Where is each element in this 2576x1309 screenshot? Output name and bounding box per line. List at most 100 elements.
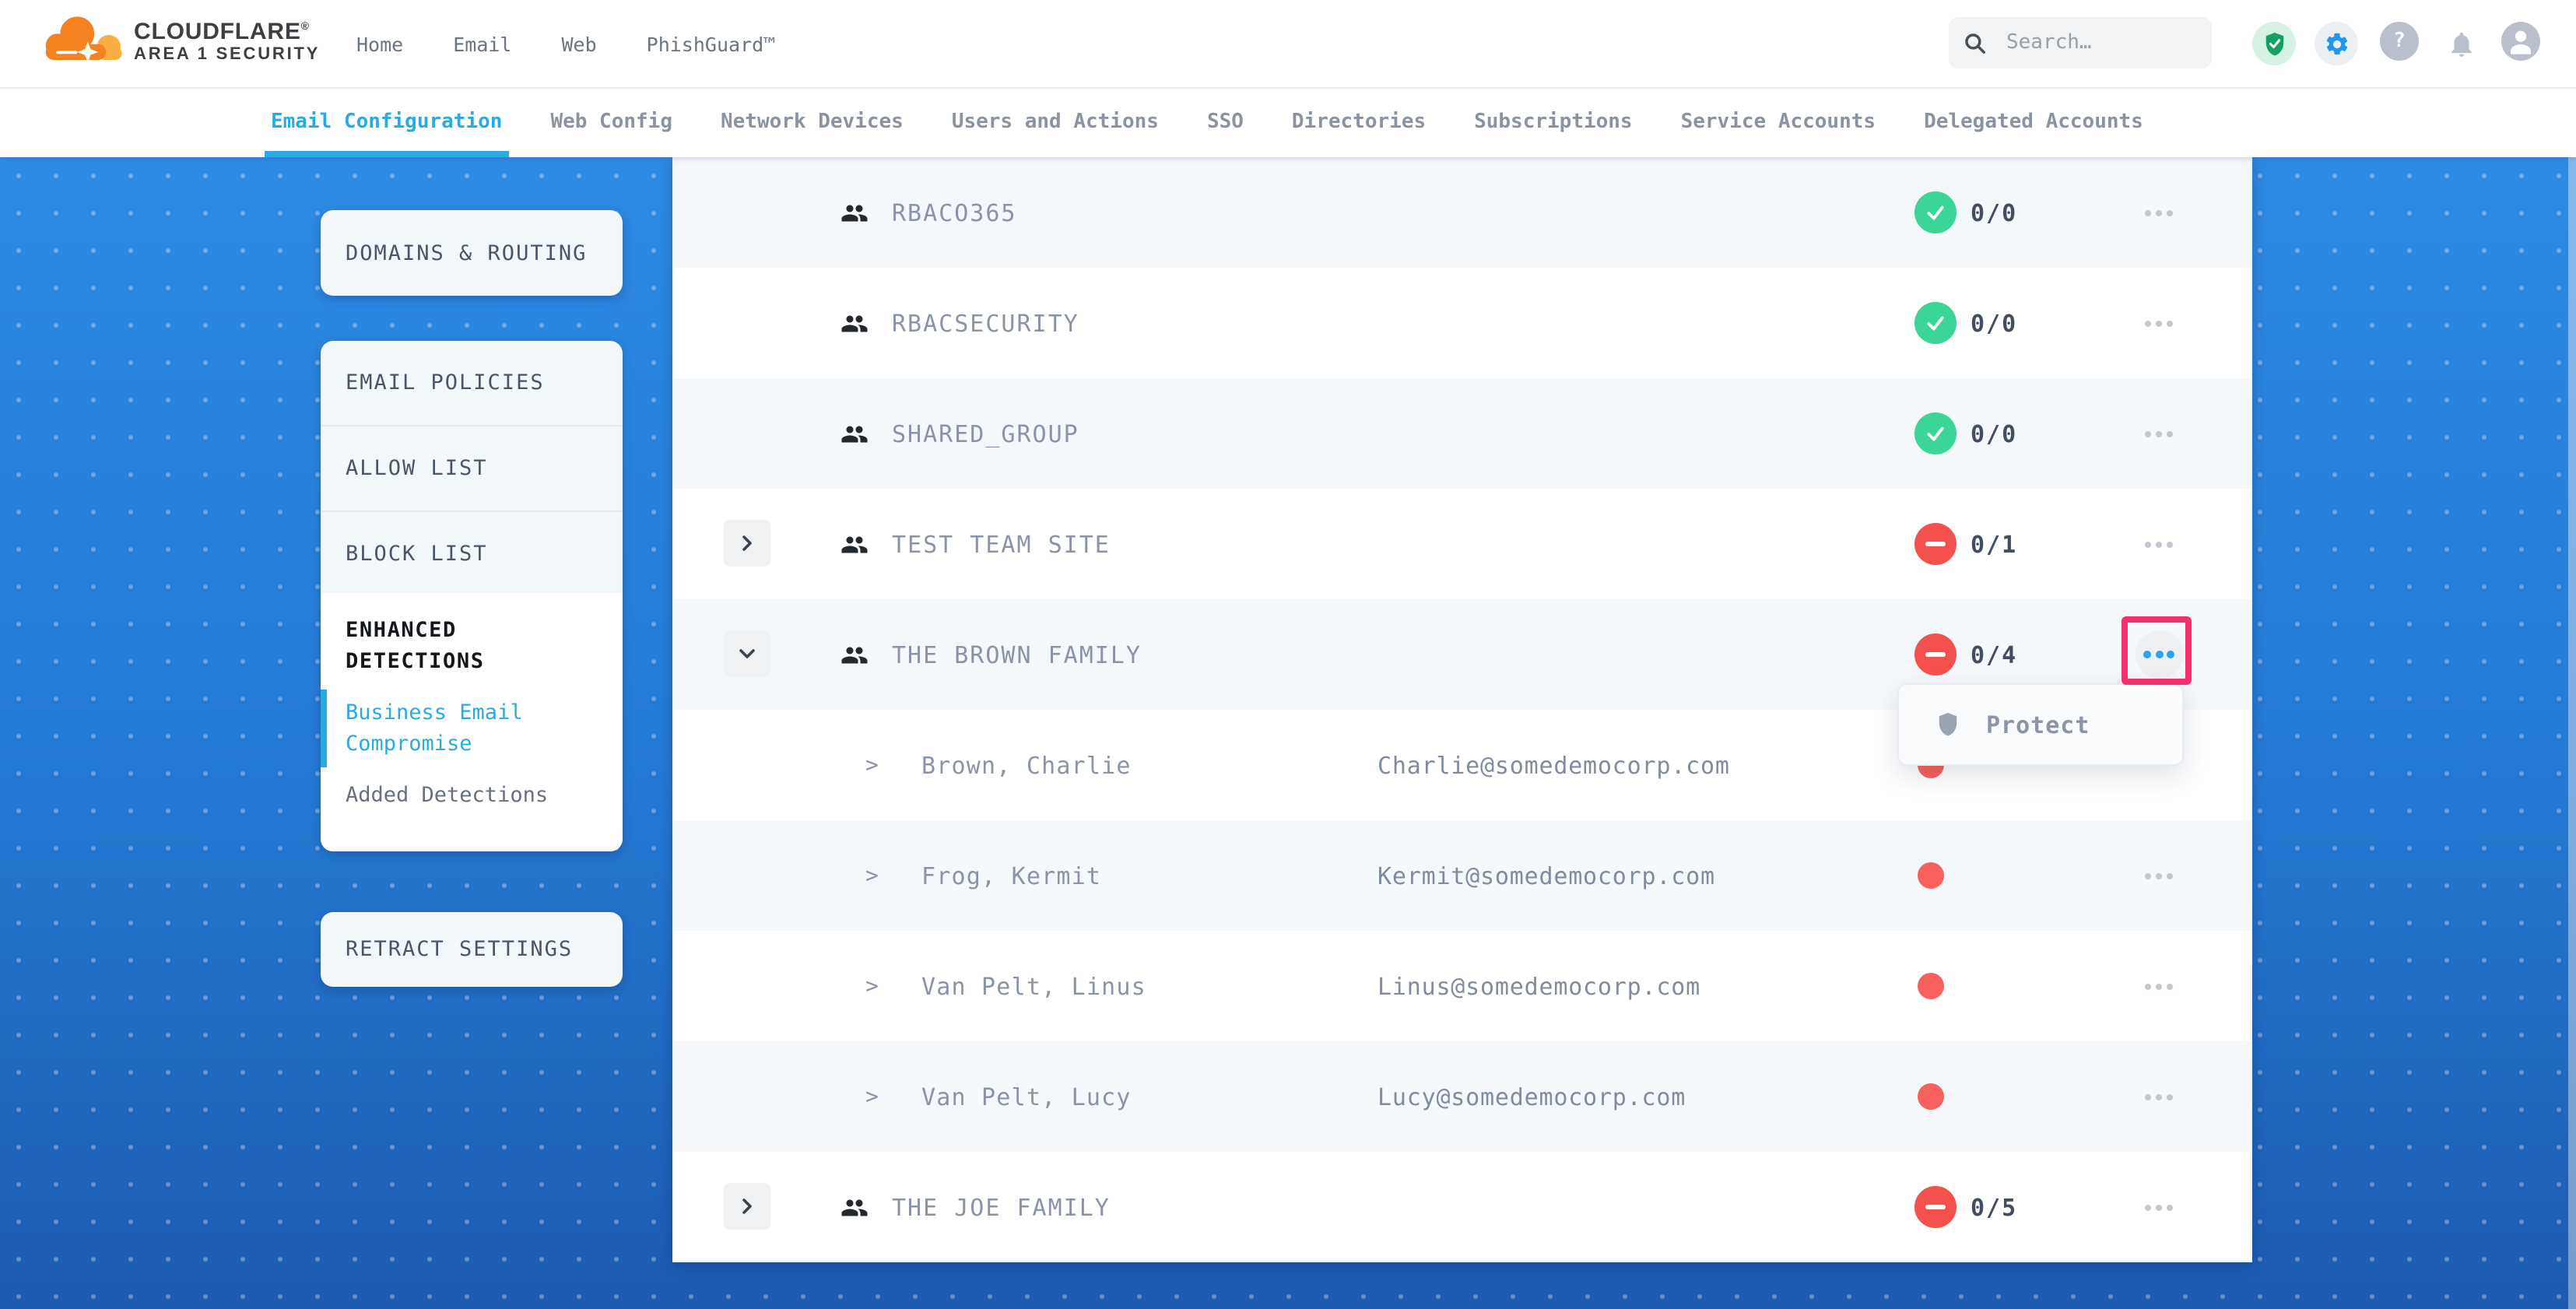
expand-row-button[interactable] bbox=[724, 1183, 770, 1230]
table-row[interactable]: THE JOE FAMILY 0/5 bbox=[672, 1152, 2252, 1262]
tab-web-config[interactable]: Web Config bbox=[550, 87, 672, 157]
notifications-button[interactable] bbox=[2439, 22, 2483, 65]
menu-item-protect[interactable]: Protect bbox=[1986, 711, 2090, 739]
settings-button[interactable] bbox=[2315, 22, 2358, 65]
table-row[interactable]: TEST TEAM SITE 0/1 bbox=[672, 489, 2252, 599]
search-box[interactable] bbox=[1949, 17, 2212, 68]
kebab-icon bbox=[2145, 1093, 2173, 1100]
nav-phishguard[interactable]: PhishGuard™ bbox=[647, 32, 776, 55]
chevron-right-icon bbox=[739, 535, 755, 551]
group-name: RBACSECURITY bbox=[892, 309, 1079, 337]
app-header: CLOUDFLARE® AREA 1 SECURITY Home Email W… bbox=[0, 0, 2576, 89]
protection-count: 0/0 bbox=[1971, 419, 2017, 447]
kebab-icon bbox=[2145, 209, 2173, 216]
status-badge-blocked bbox=[1914, 633, 1957, 676]
sidebar-item-block-list[interactable]: BLOCK LIST bbox=[321, 512, 623, 598]
sidebar-item-retract-settings[interactable]: RETRACT SETTINGS bbox=[321, 912, 623, 987]
help-icon: ? bbox=[2393, 30, 2406, 53]
minus-icon bbox=[1925, 542, 1946, 547]
content-area: DOMAINS & ROUTING EMAIL POLICIES ALLOW L… bbox=[0, 157, 2576, 1309]
row-menu-button[interactable] bbox=[2129, 931, 2188, 1041]
collapse-row-button[interactable] bbox=[724, 630, 770, 677]
kebab-icon bbox=[2145, 872, 2173, 879]
expand-row-button[interactable] bbox=[724, 520, 770, 567]
user-caret-icon: > bbox=[865, 753, 879, 777]
row-menu-button[interactable] bbox=[2129, 1041, 2188, 1152]
enhanced-detections-title: ENHANCED DETECTIONS bbox=[346, 615, 601, 677]
cloudflare-logo[interactable]: CLOUDFLARE® AREA 1 SECURITY bbox=[40, 12, 320, 65]
minus-icon bbox=[1925, 1205, 1946, 1210]
user-name: Van Pelt, Linus bbox=[921, 972, 1146, 1000]
logo-brand-text: CLOUDFLARE® bbox=[134, 13, 320, 44]
row-menu-button[interactable] bbox=[2129, 489, 2188, 599]
kebab-icon bbox=[2145, 320, 2173, 326]
sidebar-item-added-detections[interactable]: Added Detections bbox=[346, 780, 601, 811]
user-email: Lucy@somedemocorp.com bbox=[1377, 1083, 1686, 1111]
user-icon bbox=[2501, 22, 2540, 61]
group-name: TEST TEAM SITE bbox=[892, 530, 1111, 558]
top-navigation: Home Email Web PhishGuard™ bbox=[356, 0, 775, 87]
search-input[interactable] bbox=[2003, 30, 2196, 56]
config-tabs: Email Configuration Web Config Network D… bbox=[0, 87, 2576, 157]
tab-delegated-accounts[interactable]: Delegated Accounts bbox=[1924, 87, 2143, 157]
tab-sso[interactable]: SSO bbox=[1207, 87, 1244, 157]
group-icon bbox=[841, 530, 869, 558]
tab-email-configuration[interactable]: Email Configuration bbox=[271, 87, 502, 157]
logo-sub-text: AREA 1 SECURITY bbox=[134, 44, 320, 65]
table-row[interactable]: > Frog, Kermit Kermit@somedemocorp.com bbox=[672, 820, 2252, 931]
account-button[interactable] bbox=[2501, 22, 2540, 61]
tab-users-and-actions[interactable]: Users and Actions bbox=[952, 87, 1159, 157]
tab-service-accounts[interactable]: Service Accounts bbox=[1681, 87, 1876, 157]
kebab-icon bbox=[2145, 1204, 2173, 1210]
user-email: Linus@somedemocorp.com bbox=[1377, 972, 1700, 1000]
user-name: Brown, Charlie bbox=[921, 751, 1132, 779]
sidebar-item-business-email-compromise[interactable]: Business Email Compromise bbox=[346, 697, 601, 760]
table-row[interactable]: > Van Pelt, Lucy Lucy@somedemocorp.com bbox=[672, 1041, 2252, 1152]
sidebar-item-domains-routing[interactable]: DOMAINS & ROUTING bbox=[321, 210, 623, 296]
tab-directories[interactable]: Directories bbox=[1292, 87, 1426, 157]
kebab-icon bbox=[2145, 983, 2173, 989]
protection-count: 0/0 bbox=[1971, 198, 2017, 226]
bell-icon bbox=[2446, 29, 2476, 58]
help-button[interactable]: ? bbox=[2380, 22, 2419, 61]
row-menu-button[interactable] bbox=[2129, 1152, 2188, 1262]
row-context-menu: Protect bbox=[1897, 683, 2184, 766]
sidebar-label: DOMAINS & ROUTING bbox=[346, 240, 587, 265]
area1-security-app: CLOUDFLARE® AREA 1 SECURITY Home Email W… bbox=[0, 0, 2576, 1309]
shield-icon bbox=[1936, 711, 1960, 738]
sidebar-label: RETRACT SETTINGS bbox=[346, 937, 573, 962]
scrollbar[interactable] bbox=[2568, 157, 2576, 1309]
row-menu-button[interactable] bbox=[2129, 157, 2188, 268]
group-icon bbox=[841, 309, 869, 337]
group-name: THE JOE FAMILY bbox=[892, 1193, 1111, 1221]
group-icon bbox=[841, 198, 869, 226]
nav-web[interactable]: Web bbox=[562, 32, 597, 55]
sidebar-label: EMAIL POLICIES bbox=[346, 370, 545, 395]
table-row[interactable]: SHARED_GROUP 0/0 bbox=[672, 378, 2252, 489]
nav-home[interactable]: Home bbox=[356, 32, 403, 55]
table-row[interactable]: RBACO365 0/0 bbox=[672, 157, 2252, 268]
sidebar-item-allow-list[interactable]: ALLOW LIST bbox=[321, 426, 623, 512]
user-caret-icon: > bbox=[865, 974, 879, 998]
sidebar-item-email-policies[interactable]: EMAIL POLICIES bbox=[321, 341, 623, 426]
status-dot-red bbox=[1918, 1083, 1944, 1110]
group-name: RBACO365 bbox=[892, 198, 1017, 226]
row-menu-button[interactable] bbox=[2129, 820, 2188, 931]
row-menu-button[interactable] bbox=[2129, 378, 2188, 489]
protection-count: 0/4 bbox=[1971, 640, 2017, 669]
security-shield-button[interactable] bbox=[2252, 22, 2296, 65]
status-badge-blocked bbox=[1914, 1186, 1957, 1228]
user-email: Charlie@somedemocorp.com bbox=[1377, 751, 1730, 779]
table-row[interactable]: RBACSECURITY 0/0 bbox=[672, 268, 2252, 378]
nav-email[interactable]: Email bbox=[453, 32, 511, 55]
protection-count: 0/5 bbox=[1971, 1193, 2017, 1221]
status-dot-red bbox=[1918, 862, 1944, 889]
minus-icon bbox=[1925, 652, 1946, 658]
search-icon bbox=[1964, 32, 1986, 54]
sidebar-policies-card: EMAIL POLICIES ALLOW LIST BLOCK LIST ENH… bbox=[321, 341, 623, 851]
table-row[interactable]: > Van Pelt, Linus Linus@somedemocorp.com bbox=[672, 931, 2252, 1041]
row-menu-button[interactable] bbox=[2129, 268, 2188, 378]
group-name: SHARED_GROUP bbox=[892, 419, 1079, 447]
tab-subscriptions[interactable]: Subscriptions bbox=[1474, 87, 1633, 157]
tab-network-devices[interactable]: Network Devices bbox=[721, 87, 904, 157]
